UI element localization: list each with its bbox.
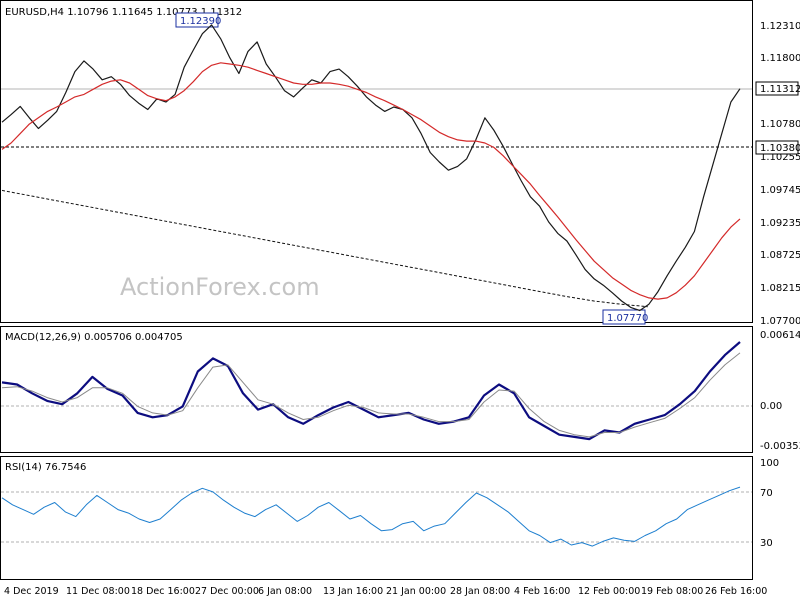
x-tick-label: 4 Dec 2019 [4, 586, 59, 597]
price-ytick-label: 1.08725 [760, 250, 800, 261]
x-tick-label: 4 Feb 16:00 [514, 586, 570, 597]
x-tick-label: 13 Jan 16:00 [323, 586, 383, 597]
watermark: ActionForex.com [120, 273, 320, 301]
x-tick-label: 12 Feb 00:00 [578, 586, 640, 597]
x-axis: 4 Dec 2019 11 Dec 08:00 18 Dec 16:00 27 … [4, 586, 767, 597]
x-tick-label: 27 Dec 00:00 [195, 586, 259, 597]
price-ytick-label: 1.09745 [760, 185, 800, 196]
rsi-ytick-label: 70 [760, 488, 773, 499]
macd-ytick-label: 0.00 [760, 401, 782, 412]
x-tick-label: 11 Dec 08:00 [66, 586, 130, 597]
macd-panel-title: MACD(12,26,9) 0.005706 0.004705 [5, 332, 183, 343]
x-tick-label: 21 Jan 00:00 [386, 586, 446, 597]
rsi-ytick-label: 30 [760, 538, 773, 549]
horizontal-level-label: 1.10380 [760, 143, 800, 154]
high-label: 1.12390 [180, 16, 221, 27]
price-ytick-label: 1.09235 [760, 218, 800, 229]
macd-ytick-label: -0.003535 [760, 441, 800, 452]
price-ytick-label: 1.10780 [760, 119, 800, 130]
x-tick-label: 6 Jan 08:00 [258, 586, 312, 597]
x-tick-label: 19 Feb 08:00 [641, 586, 703, 597]
rsi-panel-title: RSI(14) 76.7546 [5, 462, 86, 473]
price-panel-frame [0, 0, 753, 323]
x-tick-label: 28 Jan 08:00 [450, 586, 510, 597]
rsi-ytick-label: 100 [760, 458, 779, 469]
price-ytick-label: 1.07700 [760, 316, 800, 327]
price-ytick-label: 1.08215 [760, 283, 800, 294]
chart-root: EURUSD,H4 1.10796 1.11645 1.10773 1.1131… [0, 0, 800, 600]
price-ytick-label: 1.12310 [760, 21, 800, 32]
rsi-panel-frame [0, 456, 753, 580]
x-tick-label: 26 Feb 16:00 [705, 586, 767, 597]
x-tick-label: 18 Dec 16:00 [131, 586, 195, 597]
chart-svg: EURUSD,H4 1.10796 1.11645 1.10773 1.1131… [0, 0, 800, 597]
macd-ytick-label: 0.006146 [760, 330, 800, 341]
price-ytick-label: 1.11800 [760, 53, 800, 64]
current-price-label: 1.11312 [760, 84, 800, 95]
low-label: 1.07770 [607, 313, 648, 324]
